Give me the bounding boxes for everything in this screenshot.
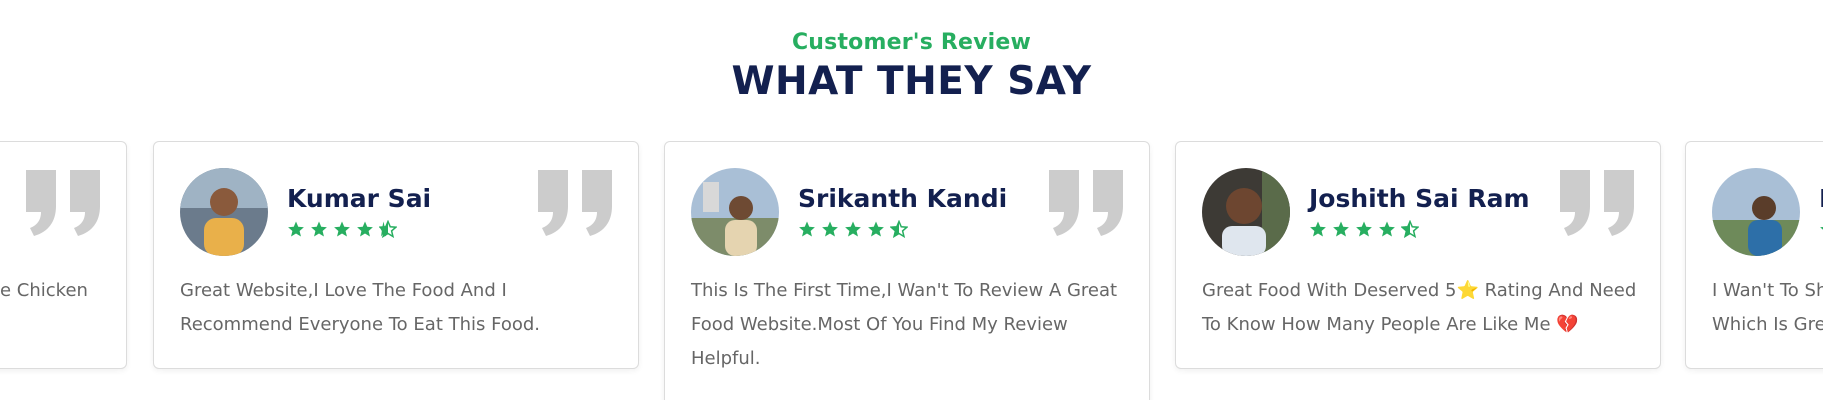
rating-stars: [287, 220, 397, 238]
star-icon: [1356, 221, 1372, 237]
star-icon: [1333, 221, 1349, 237]
section-title: WHAT THEY SAY: [731, 59, 1092, 104]
reviewer-name: Kumar Sai: [287, 184, 432, 213]
quote-icon: [1560, 170, 1636, 240]
reviewer-name: Joshith Sai Ram: [1309, 184, 1530, 213]
broken-heart-emoji-icon: 💔: [1556, 314, 1579, 335]
star-icon: [799, 221, 815, 237]
star-icon: [288, 221, 304, 237]
star-icon: [822, 221, 838, 237]
avatar: [1712, 168, 1800, 256]
half-star-icon: [1401, 220, 1419, 238]
reviewer-name: Srikanth Kandi: [798, 184, 1008, 213]
review-card: e Chicken: [0, 141, 127, 369]
rating-stars: [798, 220, 908, 238]
star-emoji-icon: ⭐: [1456, 280, 1479, 301]
section-subtitle: Customer's Review: [791, 30, 1032, 55]
rating-stars: [1819, 220, 1823, 238]
review-card: N I Wan't To Sh Which Is Grea: [1685, 141, 1823, 369]
review-text: Great Website,I Love The Food And I Reco…: [180, 280, 540, 335]
review-text: Great Food With Deserved 5⭐ Rating And N…: [1202, 280, 1637, 335]
rating-stars: [1309, 220, 1419, 238]
review-card: Joshith Sai Ram Great Food With Deserved…: [1175, 141, 1661, 369]
star-icon: [868, 221, 884, 237]
review-text: I Wan't To Sh Which Is Grea: [1712, 280, 1823, 335]
avatar: [1202, 168, 1290, 256]
review-card: Srikanth Kandi This Is The First Time,I …: [664, 141, 1150, 400]
half-star-icon: [379, 220, 397, 238]
review-text: This Is The First Time,I Wan't To Review…: [691, 280, 1118, 369]
quote-icon: [1049, 170, 1125, 240]
star-icon: [1310, 221, 1326, 237]
section-heading: Customer's Review WHAT THEY SAY: [0, 30, 1823, 104]
star-icon: [845, 221, 861, 237]
star-icon: [357, 221, 373, 237]
avatar: [180, 168, 268, 256]
review-text: e Chicken: [0, 280, 88, 301]
star-icon: [1379, 221, 1395, 237]
star-icon: [311, 221, 327, 237]
star-icon: [1820, 226, 1823, 230]
star-icon: [334, 221, 350, 237]
half-star-icon: [890, 220, 908, 238]
review-card: Kumar Sai Great Website,I Love The Food …: [153, 141, 639, 369]
avatar: [691, 168, 779, 256]
reviewer-name: N: [1819, 184, 1823, 213]
quote-icon: [26, 170, 102, 240]
quote-icon: [538, 170, 614, 240]
reviews-carousel[interactable]: e Chicken Kumar Sai Great Website,I Love…: [0, 141, 1823, 400]
